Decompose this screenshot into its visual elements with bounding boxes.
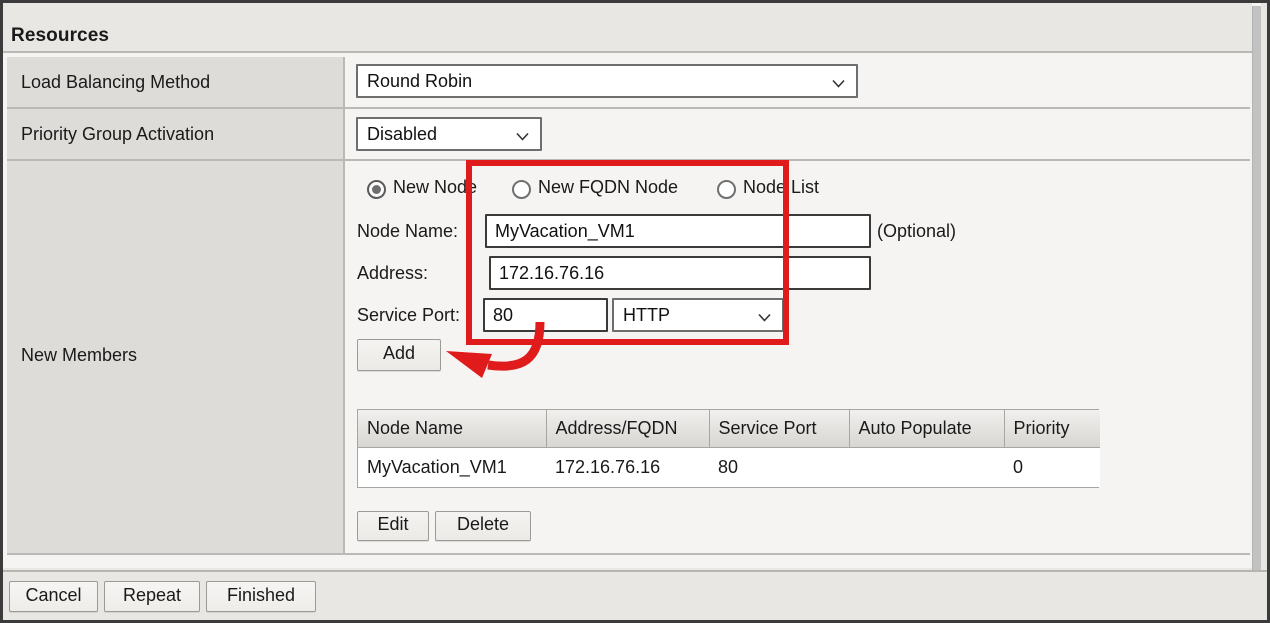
address-input-value: 172.16.76.16 <box>499 263 605 283</box>
service-port-input[interactable]: 80 <box>483 298 608 332</box>
chevron-down-icon <box>832 77 845 90</box>
add-button[interactable]: Add <box>357 339 441 371</box>
column-header-auto-populate[interactable]: Auto Populate <box>849 410 1005 448</box>
repeat-button[interactable]: Repeat <box>104 581 200 612</box>
load-balancing-method-select[interactable]: Round Robin <box>356 64 858 98</box>
section-header: Resources <box>3 3 1252 53</box>
resources-screen: Resources Load Balancing Method Round Ro… <box>0 0 1270 623</box>
service-port-input-value: 80 <box>493 305 514 325</box>
cell-auto-populate <box>849 447 1004 487</box>
field-cell-load-balancing: Round Robin <box>347 57 1250 107</box>
node-name-optional-note: (Optional) <box>877 221 957 241</box>
protocol-select-value: HTTP <box>623 305 670 325</box>
radio-new-fqdn-node-indicator <box>512 180 531 199</box>
chevron-down-icon <box>516 130 529 143</box>
node-name-input[interactable]: MyVacation_VM1 <box>485 214 871 248</box>
new-members-body: New Node New FQDN Node Node List Node Na… <box>347 161 1250 553</box>
radio-node-list-indicator <box>717 180 736 199</box>
vertical-scrollbar[interactable] <box>1252 6 1261 571</box>
row-load-balancing-method: Load Balancing Method Round Robin <box>7 57 1250 109</box>
column-header-node-name[interactable]: Node Name <box>358 410 547 448</box>
radio-new-fqdn-node-label: New FQDN Node <box>538 177 679 197</box>
row-new-members: New Members New Node New FQDN Node Node … <box>7 161 1250 555</box>
label-cell-new-members: New Members <box>7 161 345 553</box>
members-table: Node Name Address/FQDN Service Port Auto… <box>357 409 1100 488</box>
table-row[interactable]: MyVacation_VM1 172.16.76.16 80 0 <box>358 447 1100 487</box>
address-label: Address: <box>357 263 429 283</box>
action-bar: Cancel Repeat Finished <box>3 570 1267 620</box>
column-header-address-fqdn[interactable]: Address/FQDN <box>546 410 710 448</box>
chevron-down-icon <box>758 311 771 324</box>
priority-group-activation-select[interactable]: Disabled <box>356 117 542 151</box>
cancel-button[interactable]: Cancel <box>9 581 98 612</box>
address-input[interactable]: 172.16.76.16 <box>489 256 871 290</box>
column-header-priority[interactable]: Priority <box>1004 410 1100 448</box>
delete-button[interactable]: Delete <box>435 511 531 541</box>
cancel-button-label: Cancel <box>25 585 82 605</box>
node-name-input-value: MyVacation_VM1 <box>495 221 635 241</box>
cell-node-name: MyVacation_VM1 <box>358 447 546 487</box>
add-button-label: Add <box>382 343 416 363</box>
field-cell-new-members: New Node New FQDN Node Node List Node Na… <box>347 161 1250 553</box>
cell-priority: 0 <box>1004 447 1100 487</box>
label-cell-load-balancing: Load Balancing Method <box>7 57 345 107</box>
delete-button-label: Delete <box>456 514 510 534</box>
radio-node-list-label: Node List <box>743 177 820 197</box>
table-header-row: Node Name Address/FQDN Service Port Auto… <box>358 410 1100 448</box>
edit-button-label: Edit <box>377 514 409 534</box>
page-title: Resources <box>11 25 110 46</box>
priority-group-activation-value: Disabled <box>367 124 438 144</box>
service-port-label: Service Port: <box>357 305 461 325</box>
field-cell-priority-group: Disabled <box>347 109 1250 159</box>
column-header-service-port[interactable]: Service Port <box>709 410 850 448</box>
load-balancing-method-label: Load Balancing Method <box>21 72 211 92</box>
new-members-label: New Members <box>21 345 138 365</box>
edit-button[interactable]: Edit <box>357 511 429 541</box>
radio-new-node-indicator <box>367 180 386 199</box>
load-balancing-method-value: Round Robin <box>367 71 473 91</box>
row-priority-group-activation: Priority Group Activation Disabled <box>7 109 1250 161</box>
node-name-label: Node Name: <box>357 221 459 241</box>
repeat-button-label: Repeat <box>122 585 182 605</box>
priority-group-activation-label: Priority Group Activation <box>21 124 215 144</box>
label-cell-priority-group: Priority Group Activation <box>7 109 345 159</box>
cell-address: 172.16.76.16 <box>546 447 709 487</box>
protocol-select[interactable]: HTTP <box>612 298 784 332</box>
cell-service-port: 80 <box>709 447 849 487</box>
radio-new-node-label: New Node <box>393 177 478 197</box>
finished-button-label: Finished <box>226 585 296 605</box>
resources-panel: Resources Load Balancing Method Round Ro… <box>3 3 1261 571</box>
finished-button[interactable]: Finished <box>206 581 316 612</box>
